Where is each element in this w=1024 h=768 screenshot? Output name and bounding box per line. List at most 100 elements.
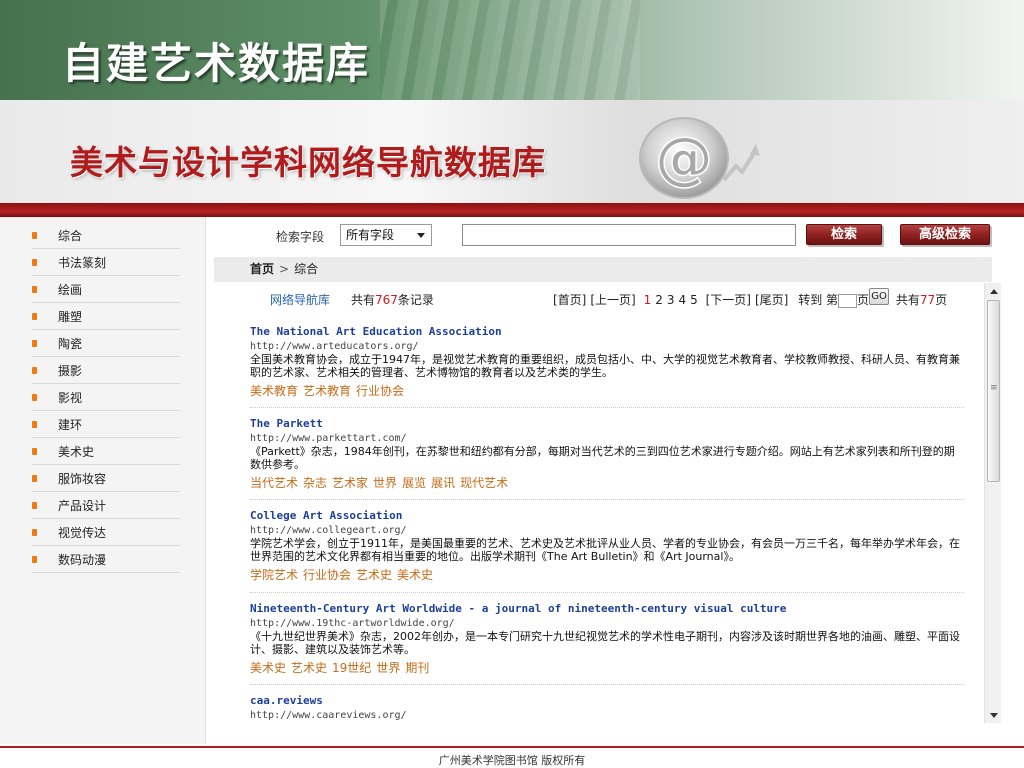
site-banner: 美术与设计学科网络导航数据库 @ (0, 100, 1024, 203)
scroll-down-icon[interactable] (985, 707, 1002, 723)
total-pages-number: 77 (919, 293, 936, 307)
search-field-value: 所有字段 (346, 228, 395, 242)
go-button[interactable]: GO (869, 288, 890, 305)
breadcrumb-current: 综合 (294, 262, 319, 276)
sidebar-item-calligraphy[interactable]: 书法篆刻 (32, 250, 180, 276)
total-pages: 共有77页 (895, 293, 948, 307)
tag-link[interactable]: 艺术教育 (303, 384, 351, 398)
tag-link[interactable]: 行业协会 (303, 568, 351, 582)
search-bar: 检索字段 所有字段 检索 高级检索 (206, 217, 1024, 255)
bullet-icon (32, 448, 37, 455)
sidebar-item-painting[interactable]: 绘画 (32, 277, 180, 303)
result-description: 学院艺术学会，创立于1911年，是美国最重要的艺术、艺术史及艺术批评从业人员、学… (250, 537, 960, 563)
category-sidebar: 综合 书法篆刻 绘画 雕塑 陶瓷 摄影 影视 建环 美术史 服饰妆容 产品设计 … (0, 217, 206, 744)
page-link-1[interactable]: 1 (644, 293, 652, 307)
list-item: The Parkett http://www.parkettart.com/ 《… (250, 417, 964, 491)
goto-page-input[interactable] (838, 293, 858, 308)
tag-link[interactable]: 艺术史 (291, 661, 327, 675)
db-nav-link[interactable]: 网络导航库 (270, 291, 330, 308)
page-first-link[interactable]: [首页] (553, 293, 586, 307)
tag-link[interactable]: 行业协会 (356, 384, 404, 398)
page-last-link[interactable]: [尾页] (755, 293, 788, 307)
tag-link[interactable]: 展览 (402, 476, 426, 490)
advanced-search-button[interactable]: 高级检索 (900, 224, 990, 245)
sidebar-item-product-design[interactable]: 产品设计 (32, 493, 180, 519)
result-divider (250, 592, 964, 593)
sidebar-item-ceramics[interactable]: 陶瓷 (32, 331, 180, 357)
main-content: 检索字段 所有字段 检索 高级检索 首页 > 综合 网络导航库 共有767条记录 [… (206, 217, 1024, 744)
result-title-link[interactable]: Nineteenth-Century Art Worldwide - a jou… (250, 602, 964, 615)
tag-link[interactable]: 19世纪 (332, 661, 371, 675)
goto-label: 转到 第 (798, 293, 839, 307)
tag-link[interactable]: 学院艺术 (250, 568, 298, 582)
sidebar-item-sculpture[interactable]: 雕塑 (32, 304, 180, 330)
page-link-5[interactable]: 5 (690, 293, 698, 307)
breadcrumb-separator: > (279, 262, 290, 276)
result-url[interactable]: http://www.arteducators.org/ (250, 341, 964, 352)
tag-link[interactable]: 当代艺术 (250, 476, 298, 490)
slide-title: 自建艺术数据库 (62, 39, 371, 88)
sidebar-item-architecture[interactable]: 建环 (32, 412, 180, 438)
result-divider (250, 407, 964, 408)
result-title-link[interactable]: The Parkett (250, 417, 964, 430)
tag-link[interactable]: 艺术史 (356, 568, 392, 582)
page-link-2[interactable]: 2 (655, 293, 663, 307)
at-sign-icon: @ (639, 117, 760, 199)
slide-header: 自建艺术数据库 (0, 0, 1024, 100)
tag-link[interactable]: 杂志 (303, 476, 327, 490)
bullet-icon (32, 259, 37, 266)
pagination: [首页] [上一页] 12345 [下一页] [尾页] 转到 第 页 GO 共有77页 (551, 288, 948, 308)
tag-link[interactable]: 期刊 (405, 661, 429, 675)
sidebar-item-digital-animation[interactable]: 数码动漫 (32, 547, 180, 573)
svg-text:@: @ (655, 124, 713, 192)
result-url[interactable]: http://www.caareviews.org/ (250, 710, 964, 721)
tag-link[interactable]: 世界 (373, 476, 397, 490)
page-link-4[interactable]: 4 (679, 293, 687, 307)
sidebar-item-photography[interactable]: 摄影 (32, 358, 180, 384)
result-title-link[interactable]: caa.reviews (250, 694, 964, 707)
breadcrumb-home[interactable]: 首页 (250, 262, 274, 276)
page-prev-link[interactable]: [上一页] (590, 293, 635, 307)
sidebar-item-art-history[interactable]: 美术史 (32, 439, 180, 465)
tag-link[interactable]: 世界 (376, 661, 400, 675)
results-list: The National Art Education Association h… (250, 321, 964, 739)
search-field-select[interactable]: 所有字段 (340, 224, 432, 246)
bullet-icon (32, 232, 37, 239)
search-input[interactable] (462, 224, 796, 246)
tag-link[interactable]: 现代艺术 (460, 476, 508, 490)
search-button[interactable]: 检索 (806, 224, 882, 245)
tag-link[interactable]: 展讯 (431, 476, 455, 490)
scrollbar-thumb[interactable] (987, 300, 1000, 482)
sidebar-item-visual-communication[interactable]: 视觉传达 (32, 520, 180, 546)
record-count-number: 767 (375, 293, 398, 307)
page-next-link[interactable]: [下一页] (706, 293, 751, 307)
tag-link[interactable]: 艺术家 (332, 476, 368, 490)
bullet-icon (32, 340, 37, 347)
result-description: 《Parkett》杂志，1984年创刊，在苏黎世和纽约都有分部，每期对当代艺术的… (250, 445, 955, 471)
result-url[interactable]: http://www.collegeart.org/ (250, 525, 964, 536)
result-url[interactable]: http://www.19thc-artworldwide.org/ (250, 618, 964, 629)
bullet-icon (32, 475, 37, 482)
result-tags: 学院艺术 行业协会 艺术史 美术史 (250, 566, 964, 583)
goto-suffix: 页 (857, 293, 870, 307)
scroll-up-icon[interactable] (985, 283, 1002, 299)
page-link-3[interactable]: 3 (667, 293, 675, 307)
sidebar-item-comprehensive[interactable]: 综合 (32, 223, 180, 249)
tag-link[interactable]: 美术史 (397, 568, 433, 582)
bullet-icon (32, 556, 37, 563)
tag-link[interactable]: 美术教育 (250, 384, 298, 398)
bullet-icon (32, 286, 37, 293)
header-decoration (380, 0, 640, 100)
result-title-link[interactable]: College Art Association (250, 509, 964, 522)
tag-link[interactable]: 美术史 (250, 661, 286, 675)
result-tags: 美术教育 艺术教育 行业协会 (250, 382, 964, 399)
list-item: caa.reviews http://www.caareviews.org/ (250, 694, 964, 721)
record-count: 共有767条记录 (351, 293, 434, 307)
sidebar-item-fashion[interactable]: 服饰妆容 (32, 466, 180, 492)
footer-copyright: 广州美术学院图书馆 版权所有 (438, 754, 586, 767)
results-scrollbar[interactable] (984, 283, 1001, 723)
result-title-link[interactable]: The National Art Education Association (250, 325, 964, 338)
bullet-icon (32, 313, 37, 320)
result-url[interactable]: http://www.parkettart.com/ (250, 433, 964, 444)
sidebar-item-film[interactable]: 影视 (32, 385, 180, 411)
